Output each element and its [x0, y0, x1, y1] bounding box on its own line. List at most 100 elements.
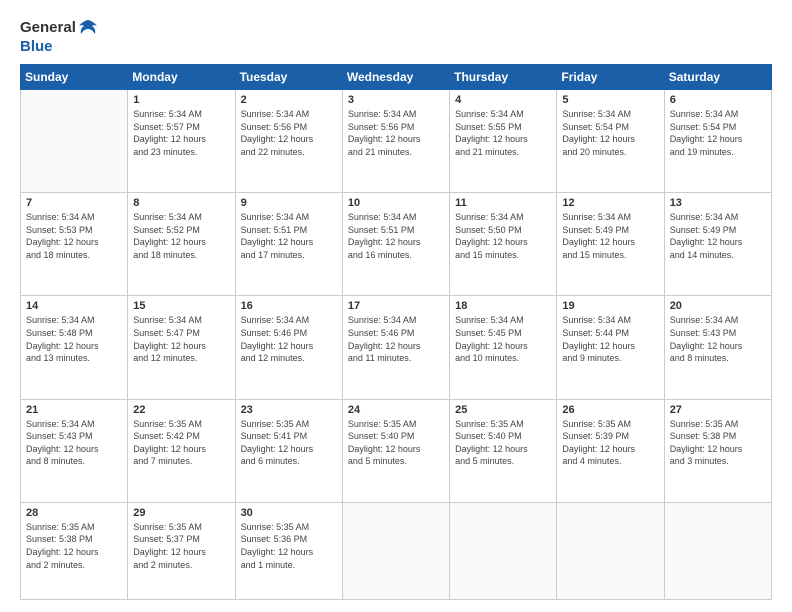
day-cell: 7 Sunrise: 5:34 AM Sunset: 5:53 PM Daylig…: [21, 193, 128, 296]
page: General Blue SundayMondayTuesdayWednesda…: [0, 0, 792, 612]
day-number: 13: [670, 197, 766, 209]
logo: General Blue: [20, 18, 98, 56]
day-cell: 10 Sunrise: 5:34 AM Sunset: 5:51 PM Dayli…: [342, 193, 449, 296]
day-cell: 30 Sunrise: 5:35 AM Sunset: 5:36 PM Dayli…: [235, 502, 342, 599]
day-number: 30: [241, 507, 337, 519]
day-cell: 23 Sunrise: 5:35 AM Sunset: 5:41 PM Dayli…: [235, 399, 342, 502]
day-number: 9: [241, 197, 337, 209]
col-header-saturday: Saturday: [664, 65, 771, 90]
logo-general-text: General: [20, 19, 76, 37]
day-number: 7: [26, 197, 122, 209]
day-cell: 4 Sunrise: 5:34 AM Sunset: 5:55 PM Daylig…: [450, 90, 557, 193]
day-number: 11: [455, 197, 551, 209]
day-number: 19: [562, 300, 658, 312]
col-header-wednesday: Wednesday: [342, 65, 449, 90]
day-cell: 26 Sunrise: 5:35 AM Sunset: 5:39 PM Dayli…: [557, 399, 664, 502]
day-cell: 13 Sunrise: 5:34 AM Sunset: 5:49 PM Dayli…: [664, 193, 771, 296]
week-row-3: 14 Sunrise: 5:34 AM Sunset: 5:48 PM Dayli…: [21, 296, 772, 399]
day-info: Sunrise: 5:34 AM Sunset: 5:43 PM Dayligh…: [670, 314, 766, 364]
day-info: Sunrise: 5:34 AM Sunset: 5:43 PM Dayligh…: [26, 418, 122, 468]
day-info: Sunrise: 5:35 AM Sunset: 5:39 PM Dayligh…: [562, 418, 658, 468]
day-cell: 21 Sunrise: 5:34 AM Sunset: 5:43 PM Dayli…: [21, 399, 128, 502]
day-number: 17: [348, 300, 444, 312]
day-info: Sunrise: 5:34 AM Sunset: 5:46 PM Dayligh…: [241, 314, 337, 364]
day-number: 20: [670, 300, 766, 312]
day-number: 27: [670, 404, 766, 416]
day-cell: 5 Sunrise: 5:34 AM Sunset: 5:54 PM Daylig…: [557, 90, 664, 193]
day-number: 5: [562, 94, 658, 106]
day-info: Sunrise: 5:34 AM Sunset: 5:52 PM Dayligh…: [133, 211, 229, 261]
day-info: Sunrise: 5:35 AM Sunset: 5:41 PM Dayligh…: [241, 418, 337, 468]
day-cell: 9Sunrise: 5:34 AM Sunset: 5:51 PM Daylig…: [235, 193, 342, 296]
col-header-thursday: Thursday: [450, 65, 557, 90]
day-info: Sunrise: 5:35 AM Sunset: 5:40 PM Dayligh…: [455, 418, 551, 468]
day-cell: 19 Sunrise: 5:34 AM Sunset: 5:44 PM Dayli…: [557, 296, 664, 399]
week-row-2: 7 Sunrise: 5:34 AM Sunset: 5:53 PM Daylig…: [21, 193, 772, 296]
day-info: Sunrise: 5:34 AM Sunset: 5:57 PM Dayligh…: [133, 108, 229, 158]
day-info: Sunrise: 5:34 AM Sunset: 5:54 PM Dayligh…: [670, 108, 766, 158]
day-info: Sunrise: 5:34 AM Sunset: 5:56 PM Dayligh…: [241, 108, 337, 158]
day-number: 26: [562, 404, 658, 416]
day-number: 22: [133, 404, 229, 416]
day-info: Sunrise: 5:34 AM Sunset: 5:46 PM Dayligh…: [348, 314, 444, 364]
day-number: 24: [348, 404, 444, 416]
day-number: 23: [241, 404, 337, 416]
day-cell: [21, 90, 128, 193]
day-cell: 22 Sunrise: 5:35 AM Sunset: 5:42 PM Dayli…: [128, 399, 235, 502]
col-header-sunday: Sunday: [21, 65, 128, 90]
day-cell: 17 Sunrise: 5:34 AM Sunset: 5:46 PM Dayli…: [342, 296, 449, 399]
day-number: 18: [455, 300, 551, 312]
day-number: 3: [348, 94, 444, 106]
day-number: 25: [455, 404, 551, 416]
day-cell: 27Sunrise: 5:35 AM Sunset: 5:38 PM Dayli…: [664, 399, 771, 502]
day-info: Sunrise: 5:35 AM Sunset: 5:42 PM Dayligh…: [133, 418, 229, 468]
day-cell: 6 Sunrise: 5:34 AM Sunset: 5:54 PM Daylig…: [664, 90, 771, 193]
day-info: Sunrise: 5:34 AM Sunset: 5:49 PM Dayligh…: [670, 211, 766, 261]
day-cell: 20 Sunrise: 5:34 AM Sunset: 5:43 PM Dayli…: [664, 296, 771, 399]
day-cell: 28 Sunrise: 5:35 AM Sunset: 5:38 PM Dayli…: [21, 502, 128, 599]
header: General Blue: [20, 18, 772, 56]
day-info: Sunrise: 5:34 AM Sunset: 5:50 PM Dayligh…: [455, 211, 551, 261]
day-number: 1: [133, 94, 229, 106]
day-number: 29: [133, 507, 229, 519]
day-info: Sunrise: 5:34 AM Sunset: 5:45 PM Dayligh…: [455, 314, 551, 364]
day-info: Sunrise: 5:34 AM Sunset: 5:44 PM Dayligh…: [562, 314, 658, 364]
day-info: Sunrise: 5:34 AM Sunset: 5:54 PM Dayligh…: [562, 108, 658, 158]
day-number: 8: [133, 197, 229, 209]
day-cell: [557, 502, 664, 599]
day-info: Sunrise: 5:34 AM Sunset: 5:48 PM Dayligh…: [26, 314, 122, 364]
day-info: Sunrise: 5:35 AM Sunset: 5:36 PM Dayligh…: [241, 521, 337, 571]
day-info: Sunrise: 5:35 AM Sunset: 5:40 PM Dayligh…: [348, 418, 444, 468]
col-header-friday: Friday: [557, 65, 664, 90]
day-number: 2: [241, 94, 337, 106]
day-number: 4: [455, 94, 551, 106]
day-info: Sunrise: 5:34 AM Sunset: 5:51 PM Dayligh…: [348, 211, 444, 261]
day-info: Sunrise: 5:34 AM Sunset: 5:47 PM Dayligh…: [133, 314, 229, 364]
logo-blue-text: Blue: [20, 38, 53, 56]
week-row-5: 28 Sunrise: 5:35 AM Sunset: 5:38 PM Dayli…: [21, 502, 772, 599]
day-cell: [450, 502, 557, 599]
day-info: Sunrise: 5:35 AM Sunset: 5:38 PM Dayligh…: [26, 521, 122, 571]
day-cell: 8 Sunrise: 5:34 AM Sunset: 5:52 PM Daylig…: [128, 193, 235, 296]
day-number: 21: [26, 404, 122, 416]
day-number: 6: [670, 94, 766, 106]
calendar-table: SundayMondayTuesdayWednesdayThursdayFrid…: [20, 64, 772, 600]
day-cell: 14 Sunrise: 5:34 AM Sunset: 5:48 PM Dayli…: [21, 296, 128, 399]
day-info: Sunrise: 5:34 AM Sunset: 5:55 PM Dayligh…: [455, 108, 551, 158]
day-number: 12: [562, 197, 658, 209]
day-cell: 11 Sunrise: 5:34 AM Sunset: 5:50 PM Dayli…: [450, 193, 557, 296]
week-row-4: 21 Sunrise: 5:34 AM Sunset: 5:43 PM Dayli…: [21, 399, 772, 502]
day-info: Sunrise: 5:35 AM Sunset: 5:37 PM Dayligh…: [133, 521, 229, 571]
day-cell: 29 Sunrise: 5:35 AM Sunset: 5:37 PM Dayli…: [128, 502, 235, 599]
day-info: Sunrise: 5:34 AM Sunset: 5:53 PM Dayligh…: [26, 211, 122, 261]
day-cell: 25 Sunrise: 5:35 AM Sunset: 5:40 PM Dayli…: [450, 399, 557, 502]
day-number: 10: [348, 197, 444, 209]
day-number: 15: [133, 300, 229, 312]
day-number: 14: [26, 300, 122, 312]
logo-icon: [78, 18, 98, 38]
day-number: 28: [26, 507, 122, 519]
day-cell: [342, 502, 449, 599]
day-cell: 2 Sunrise: 5:34 AM Sunset: 5:56 PM Daylig…: [235, 90, 342, 193]
day-cell: 3Sunrise: 5:34 AM Sunset: 5:56 PM Daylig…: [342, 90, 449, 193]
week-row-1: 1 Sunrise: 5:34 AM Sunset: 5:57 PM Daylig…: [21, 90, 772, 193]
